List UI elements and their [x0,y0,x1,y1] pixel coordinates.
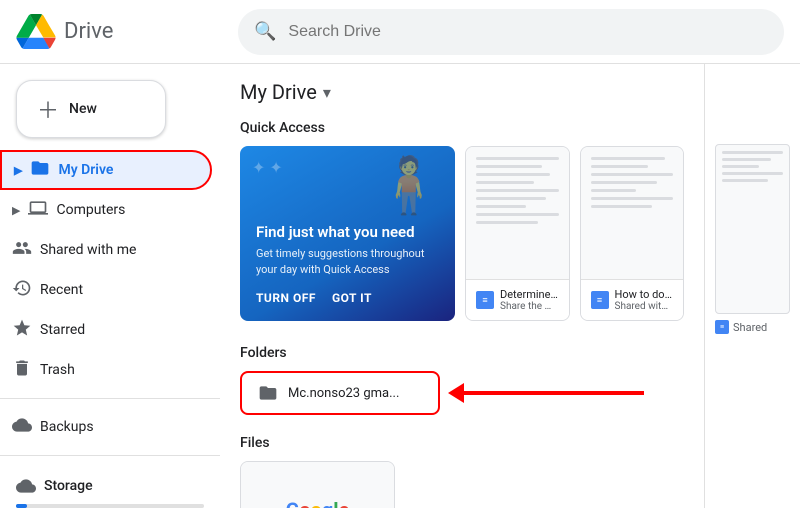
search-input[interactable] [288,23,768,41]
new-button[interactable]: ＋ New [16,80,166,138]
folder-drive-icon [30,158,50,183]
doc-icon-1: ≡ [476,291,494,309]
shared-icon [12,238,32,263]
storage-label: Storage [44,478,93,494]
quick-card-1-preview [466,147,569,279]
sidebar: ＋ New ▶ My Drive ▶ Computers Shared with… [0,64,220,508]
shared-panel-doc-row: ≡ Shared [715,320,790,334]
files-title: Files [240,435,684,451]
quick-card-1-name: Determine Your call... [500,288,559,301]
quick-card-2-footer: ≡ How to do... Shared with y... [581,279,684,320]
chevron-computers-icon: ▶ [12,204,20,217]
sidebar-item-my-drive[interactable]: ▶ My Drive [0,150,212,190]
folder-item-icon [258,383,278,403]
folders-section: Folders Mc.nonso23 gma... [240,345,684,415]
folders-title: Folders [240,345,684,361]
quick-access-section: Quick Access 🧍 ✦ ✦ Find just what you ne… [240,120,684,321]
sidebar-item-label-my-drive: My Drive [58,162,113,178]
quick-card-2-shared: Shared with y... [615,301,674,312]
body: ＋ New ▶ My Drive ▶ Computers Shared with… [0,64,800,508]
storage-bar-fill [16,504,27,508]
sidebar-item-label-shared: Shared with me [40,242,136,258]
search-bar[interactable]: 🔍 [238,9,784,55]
red-arrow-line [464,391,644,395]
sidebar-item-label-starred: Starred [40,322,85,338]
backups-icon [12,415,32,440]
sidebar-divider [0,398,220,399]
doc-icon-2: ≡ [591,291,609,309]
sidebar-item-computers[interactable]: ▶ Computers [0,190,212,230]
promo-turn-off-button[interactable]: TURN OFF [256,291,316,305]
search-icon: 🔍 [254,21,276,42]
promo-buttons-row: TURN OFF GOT IT [256,291,439,305]
folder-item[interactable]: Mc.nonso23 gma... [240,371,440,415]
quick-card-2[interactable]: ≡ How to do... Shared with y... [580,146,685,321]
storage-bar-bg [16,504,204,508]
shared-panel: ≡ Shared [704,64,800,508]
sidebar-item-trash[interactable]: Trash [0,350,212,390]
starred-icon [12,318,32,343]
sidebar-item-label-computers: Computers [56,202,125,218]
page-title: My Drive [240,80,317,104]
file-card-1-preview: Google [241,462,394,508]
red-arrow-annotation [448,383,644,403]
sidebar-item-label-trash: Trash [40,362,75,378]
quick-card-1-footer: ≡ Determine Your call... Share the work … [466,279,569,320]
computer-icon [28,198,48,223]
file-card-1[interactable]: Google ≡ Google file [240,461,395,508]
files-section: Files Google ≡ Google file [240,435,684,508]
folders-row: Mc.nonso23 gma... [240,371,684,415]
storage-icon-row: Storage [16,476,204,496]
quick-access-grid: 🧍 ✦ ✦ Find just what you need Get timely… [240,146,684,321]
sidebar-item-recent[interactable]: Recent [0,270,212,310]
quick-access-title: Quick Access [240,120,684,136]
shared-panel-doc-icon: ≡ [715,320,729,334]
header: Drive 🔍 [0,0,800,64]
sidebar-item-starred[interactable]: Starred [0,310,212,350]
promo-person-figure: 🧍 [375,154,443,218]
folder-item-name: Mc.nonso23 gma... [288,386,399,401]
promo-subtitle: Get timely suggestions throughout your d… [256,246,439,277]
new-button-label: New [69,101,97,117]
promo-got-it-button[interactable]: GOT IT [332,291,372,305]
quick-card-2-preview [581,147,684,279]
logo-area: Drive [16,14,226,49]
sidebar-item-label-recent: Recent [40,282,83,298]
quick-card-1-shared: Share the work by Nicholas Archer... [500,301,559,312]
sidebar-item-backups[interactable]: Backups [0,407,212,447]
trash-icon [12,358,32,383]
sidebar-item-shared[interactable]: Shared with me [0,230,212,270]
red-arrow-head-left [448,383,464,403]
main-content: My Drive ▾ Quick Access 🧍 ✦ ✦ Find just … [220,64,704,508]
google-logo-text: Google [286,498,350,508]
recent-icon [12,278,32,303]
quick-card-2-name: How to do... [615,288,674,301]
storage-section: Storage 905.8 MB of 15 GB used UPGRADE S… [0,464,220,508]
files-grid: Google ≡ Google file [240,461,684,508]
shared-panel-label: Shared [733,321,790,334]
chevron-icon: ▶ [14,164,22,177]
quick-card-1[interactable]: ≡ Determine Your call... Share the work … [465,146,570,321]
sidebar-divider-2 [0,455,220,456]
sidebar-item-label-backups: Backups [40,419,94,435]
logo-text: Drive [64,19,113,44]
quick-access-promo-card: 🧍 ✦ ✦ Find just what you need Get timely… [240,146,455,321]
new-plus-icon: ＋ [37,93,59,125]
storage-icon [16,476,36,496]
page-title-dropdown-icon[interactable]: ▾ [323,83,331,102]
promo-title: Find just what you need [256,223,439,243]
promo-dots: ✦ ✦ [252,158,283,177]
shared-panel-preview [715,144,790,314]
page-title-row: My Drive ▾ [240,80,684,104]
drive-logo-icon [16,14,56,49]
